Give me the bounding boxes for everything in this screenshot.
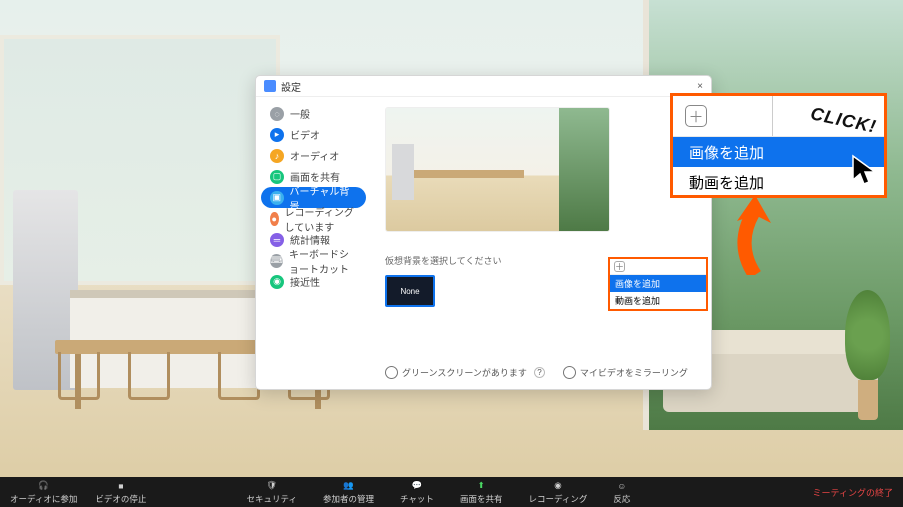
share-screen-icon: ⬆ bbox=[474, 480, 488, 492]
thumb-none[interactable]: None bbox=[385, 275, 435, 307]
tb-security[interactable]: 🛡セキュリティ bbox=[247, 480, 298, 505]
tb-chat[interactable]: 💬チャット bbox=[400, 480, 434, 505]
virtualbg-icon: ▣ bbox=[270, 191, 284, 205]
sidebar-item-shortcuts[interactable]: ⌨キーボードショートカット bbox=[261, 250, 366, 271]
meeting-toolbar: 🎧オーディオに参加 ■ビデオの停止 🛡セキュリティ 👥参加者の管理 💬チャット … bbox=[0, 477, 903, 507]
close-button[interactable]: × bbox=[697, 81, 703, 92]
accessibility-icon: ◉ bbox=[270, 275, 284, 289]
preview-scene bbox=[386, 108, 609, 231]
sidebar-item-audio[interactable]: ♪ オーディオ bbox=[261, 145, 366, 166]
add-background-button[interactable]: ＋ bbox=[614, 261, 625, 272]
end-meeting-button[interactable]: ミーティングの終了 bbox=[813, 486, 893, 499]
shield-icon: 🛡 bbox=[265, 480, 279, 492]
tb-label: 反応 bbox=[613, 493, 630, 505]
help-icon[interactable]: ? bbox=[534, 367, 545, 378]
sidebar-label: レコーディングしています bbox=[285, 204, 357, 234]
sidebar-item-general[interactable]: ◌ 一般 bbox=[261, 103, 366, 124]
people-icon: 👥 bbox=[342, 480, 356, 492]
stats-icon: ═ bbox=[270, 233, 284, 247]
thumb-none-label: None bbox=[400, 287, 419, 296]
tb-label: 画面を共有 bbox=[460, 493, 503, 505]
greenscreen-check[interactable]: グリーンスクリーンがあります? bbox=[385, 366, 545, 379]
sidebar-label: オーディオ bbox=[290, 148, 339, 163]
mirror-radio[interactable] bbox=[563, 366, 576, 379]
settings-sidebar: ◌一般 ▸ビデオ ♪オーディオ ▢画面を共有 ▣バーチャル背景 ●レコーディング… bbox=[256, 97, 371, 389]
add-video-option-small[interactable]: 動画を追加 bbox=[610, 292, 706, 309]
mirror-label: マイビデオをミラーリング bbox=[580, 366, 688, 379]
sidebar-item-recording[interactable]: ●レコーディングしています bbox=[261, 208, 366, 229]
callout-separator bbox=[772, 96, 773, 136]
audio-icon: ♪ bbox=[270, 149, 284, 163]
camera-icon: ■ bbox=[114, 480, 128, 492]
general-icon: ◌ bbox=[270, 107, 284, 121]
add-menu-small: ＋ 画像を追加 動画を追加 bbox=[608, 257, 708, 311]
video-preview bbox=[385, 107, 610, 232]
tb-label: ビデオの停止 bbox=[95, 493, 146, 505]
dialog-title: 設定 bbox=[281, 79, 301, 94]
cursor-icon bbox=[851, 154, 881, 193]
arrow-annotation bbox=[725, 195, 790, 280]
sidebar-label: ビデオ bbox=[290, 127, 320, 142]
dialog-body: ◌一般 ▸ビデオ ♪オーディオ ▢画面を共有 ▣バーチャル背景 ●レコーディング… bbox=[256, 97, 711, 389]
sidebar-label: キーボードショートカット bbox=[289, 246, 357, 276]
bg-plant bbox=[840, 290, 895, 420]
tb-record[interactable]: ◉レコーディング bbox=[528, 480, 587, 505]
tb-audio[interactable]: 🎧オーディオに参加 bbox=[10, 480, 77, 505]
keyboard-icon: ⌨ bbox=[270, 254, 283, 268]
greenscreen-radio[interactable] bbox=[385, 366, 398, 379]
settings-content: 仮想背景を選択してください None グリーンスクリーンがあります? マイビデオ… bbox=[371, 97, 711, 389]
greenscreen-label: グリーンスクリーンがあります bbox=[402, 366, 527, 379]
tb-label: セキュリティ bbox=[247, 493, 298, 505]
tb-share[interactable]: ⬆画面を共有 bbox=[460, 480, 503, 505]
add-menu-small-header: ＋ bbox=[610, 259, 706, 275]
settings-dialog: 設定 × ◌一般 ▸ビデオ ♪オーディオ ▢画面を共有 ▣バーチャル背景 ●レコ… bbox=[255, 75, 712, 390]
share-icon: ▢ bbox=[270, 170, 284, 184]
record-icon: ◉ bbox=[551, 480, 565, 492]
mirror-check[interactable]: マイビデオをミラーリング bbox=[563, 366, 688, 379]
add-image-option-small[interactable]: 画像を追加 bbox=[610, 275, 706, 292]
tb-label: チャット bbox=[400, 493, 434, 505]
reaction-icon: ☺ bbox=[615, 480, 629, 492]
sidebar-item-video[interactable]: ▸ ビデオ bbox=[261, 124, 366, 145]
recording-icon: ● bbox=[270, 212, 279, 226]
sidebar-label: 一般 bbox=[290, 106, 310, 121]
tb-participants[interactable]: 👥参加者の管理 bbox=[323, 480, 374, 505]
dialog-header: 設定 × bbox=[256, 76, 711, 97]
footer-checks: グリーンスクリーンがあります? マイビデオをミラーリング bbox=[385, 356, 697, 389]
tb-reactions[interactable]: ☺反応 bbox=[613, 480, 630, 505]
tb-label: オーディオに参加 bbox=[10, 493, 77, 505]
add-background-button-large[interactable]: ＋ bbox=[685, 105, 707, 127]
tb-label: レコーディング bbox=[528, 493, 587, 505]
headphones-icon: 🎧 bbox=[37, 480, 51, 492]
tb-label: 参加者の管理 bbox=[323, 493, 374, 505]
tb-video[interactable]: ■ビデオの停止 bbox=[95, 480, 146, 505]
video-icon: ▸ bbox=[270, 128, 284, 142]
tb-center: 🛡セキュリティ 👥参加者の管理 💬チャット ⬆画面を共有 ◉レコーディング ☺反… bbox=[247, 480, 631, 505]
chat-icon: 💬 bbox=[410, 480, 424, 492]
sidebar-label: 接近性 bbox=[290, 274, 320, 289]
app-icon bbox=[264, 80, 276, 92]
